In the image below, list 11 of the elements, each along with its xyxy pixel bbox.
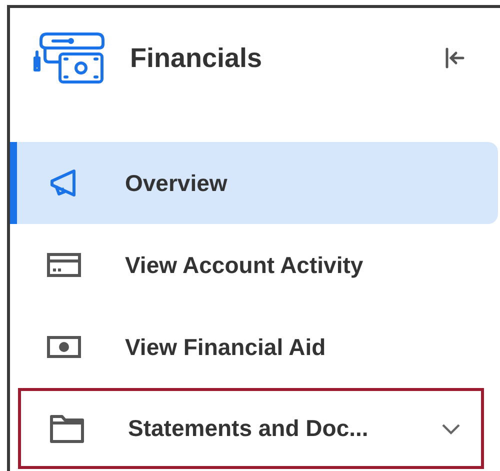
card-icon xyxy=(47,253,81,277)
nav-item[interactable]: View Account Activity xyxy=(10,224,498,306)
sidebar-title: Financials xyxy=(130,42,262,75)
folder-icon xyxy=(50,414,84,442)
nav-item[interactable]: Statements and Doc... xyxy=(21,391,481,466)
graduation-cap-money-icon xyxy=(33,32,105,84)
collapse-icon xyxy=(444,47,466,69)
banknote-icon xyxy=(47,336,81,358)
nav-item[interactable]: View Financial Aid xyxy=(10,306,498,388)
nav-item[interactable]: Overview xyxy=(10,142,498,224)
chevron-down-icon xyxy=(441,422,461,434)
